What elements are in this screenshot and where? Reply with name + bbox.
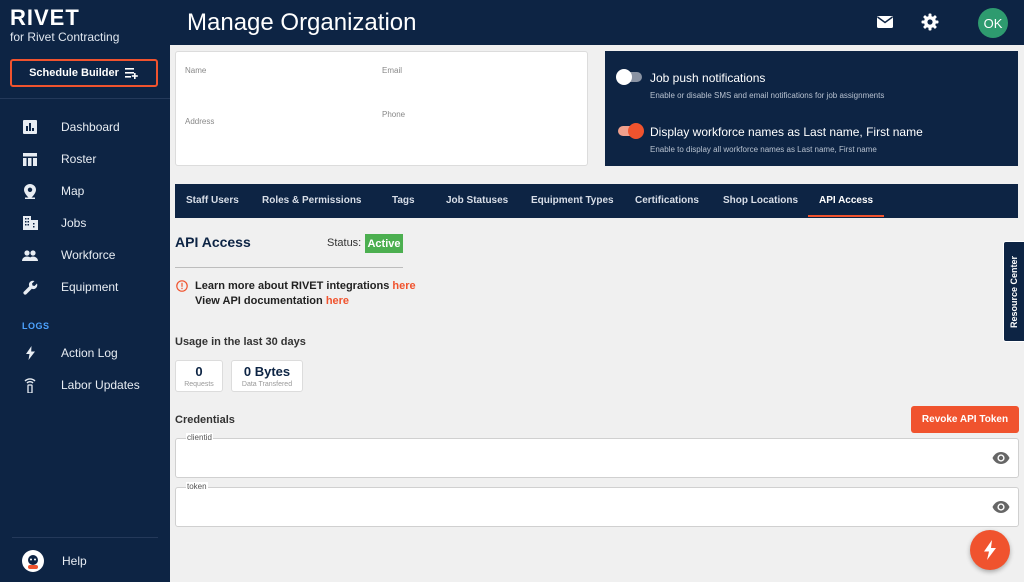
tab-certifications[interactable]: Certifications bbox=[635, 184, 699, 218]
sidebar-item-help[interactable]: Help bbox=[0, 546, 170, 576]
name-field-label: Name bbox=[185, 66, 207, 75]
tab-job-statuses[interactable]: Job Statuses bbox=[446, 184, 508, 218]
tab-equipment-types[interactable]: Equipment Types bbox=[531, 184, 614, 218]
sidebar-divider bbox=[0, 98, 170, 99]
schedule-builder-label: Schedule Builder bbox=[29, 67, 119, 79]
playlist-add-icon bbox=[124, 68, 138, 79]
sidebar-item-label: Dashboard bbox=[61, 120, 120, 134]
api-docs-info: View API documentation here bbox=[195, 295, 349, 307]
active-tab-indicator bbox=[808, 215, 884, 217]
gear-icon[interactable] bbox=[921, 13, 939, 31]
token-field[interactable]: token bbox=[175, 482, 1019, 527]
page-title: Manage Organization bbox=[187, 9, 417, 36]
setting-description: Enable or disable SMS and email notifica… bbox=[650, 91, 885, 100]
settings-tab-bar: Staff Users Roles & Permissions Tags Job… bbox=[175, 184, 1018, 218]
integrations-link[interactable]: here bbox=[392, 280, 415, 292]
api-docs-text: View API documentation bbox=[195, 295, 323, 307]
credentials-title: Credentials bbox=[175, 414, 235, 426]
brand-logo[interactable]: RIVET for Rivet Contracting bbox=[10, 5, 120, 45]
sidebar-item-label: Equipment bbox=[61, 280, 119, 294]
setting-description: Enable to display all workforce names as… bbox=[650, 145, 877, 154]
sidebar-item-map[interactable]: Map bbox=[0, 177, 170, 205]
tab-shop-locations[interactable]: Shop Locations bbox=[723, 184, 798, 218]
user-avatar[interactable]: OK bbox=[978, 8, 1008, 38]
logs-section-heading: LOGS bbox=[22, 321, 50, 331]
job-push-notifications-toggle[interactable] bbox=[616, 69, 642, 85]
clientid-label: clientid bbox=[186, 433, 213, 442]
resource-center-tab[interactable]: Resource Center bbox=[1003, 241, 1024, 342]
status-badge: Active bbox=[365, 234, 403, 253]
sidebar: RIVET for Rivet Contracting Schedule Bui… bbox=[0, 0, 170, 582]
brand-subtitle: for Rivet Contracting bbox=[10, 30, 120, 44]
resource-center-label: Resource Center bbox=[1009, 255, 1019, 328]
tab-api-access[interactable]: API Access bbox=[819, 184, 873, 218]
revoke-api-token-button[interactable]: Revoke API Token bbox=[911, 406, 1019, 433]
schedule-builder-button[interactable]: Schedule Builder bbox=[10, 59, 158, 87]
email-field-label: Email bbox=[382, 66, 403, 75]
sidebar-item-jobs[interactable]: Jobs bbox=[0, 209, 170, 237]
section-divider bbox=[175, 267, 403, 268]
lightning-icon bbox=[22, 345, 38, 361]
tab-roles-permissions[interactable]: Roles & Permissions bbox=[262, 184, 361, 218]
sidebar-item-equipment[interactable]: Equipment bbox=[0, 273, 170, 301]
clientid-field[interactable]: clientid bbox=[175, 433, 1019, 478]
sidebar-divider bbox=[12, 537, 158, 538]
sidebar-item-label: Jobs bbox=[61, 216, 87, 230]
brand-name: RIVET bbox=[10, 5, 80, 30]
tab-staff-users[interactable]: Staff Users bbox=[186, 184, 239, 218]
roster-icon bbox=[22, 151, 38, 167]
jobs-icon bbox=[22, 215, 38, 231]
signal-icon bbox=[22, 377, 38, 393]
map-pin-icon bbox=[22, 183, 38, 199]
sidebar-item-workforce[interactable]: Workforce bbox=[0, 241, 170, 269]
requests-label: Requests bbox=[184, 381, 214, 388]
usage-title: Usage in the last 30 days bbox=[175, 336, 306, 348]
display-names-toggle[interactable] bbox=[618, 123, 644, 139]
people-icon bbox=[22, 247, 38, 263]
tab-tags[interactable]: Tags bbox=[392, 184, 415, 218]
sidebar-item-label: Map bbox=[61, 184, 85, 198]
data-transferred-label: Data Transfered bbox=[241, 381, 293, 388]
data-transferred-value: 0 Bytes bbox=[243, 364, 291, 379]
info-icon bbox=[176, 280, 188, 292]
sidebar-item-roster[interactable]: Roster bbox=[0, 145, 170, 173]
integrations-info: Learn more about RIVET integrations here bbox=[195, 280, 416, 292]
setting-title: Job push notifications bbox=[650, 71, 766, 85]
show-token-eye-icon[interactable] bbox=[992, 500, 1010, 514]
integrations-text: Learn more about RIVET integrations bbox=[195, 280, 390, 292]
requests-value: 0 bbox=[195, 364, 203, 379]
help-avatar-icon bbox=[22, 550, 44, 572]
sidebar-item-label: Workforce bbox=[61, 248, 116, 262]
dashboard-icon bbox=[22, 119, 38, 135]
organization-settings-card: Job push notifications Enable or disable… bbox=[605, 51, 1018, 166]
wrench-icon bbox=[22, 279, 38, 295]
data-transferred-stat: 0 Bytes Data Transfered bbox=[231, 360, 303, 392]
sidebar-item-label: Labor Updates bbox=[61, 378, 140, 392]
sidebar-item-action-log[interactable]: Action Log bbox=[0, 339, 170, 367]
top-header: Manage Organization OK bbox=[170, 0, 1024, 45]
address-field-label: Address bbox=[185, 117, 215, 126]
api-docs-link[interactable]: here bbox=[326, 295, 349, 307]
requests-stat: 0 Requests bbox=[175, 360, 223, 392]
setting-title: Display workforce names as Last name, Fi… bbox=[650, 125, 923, 139]
token-label: token bbox=[186, 482, 208, 491]
sidebar-item-label: Action Log bbox=[61, 346, 118, 360]
sidebar-item-labor-updates[interactable]: Labor Updates bbox=[0, 371, 170, 399]
lightning-icon bbox=[984, 540, 996, 560]
help-label: Help bbox=[62, 554, 87, 568]
show-clientid-eye-icon[interactable] bbox=[992, 451, 1010, 465]
sidebar-item-dashboard[interactable]: Dashboard bbox=[0, 113, 170, 141]
organization-profile-card: Name Email Address Phone bbox=[175, 51, 588, 166]
status-label: Status: bbox=[327, 237, 362, 249]
sidebar-item-label: Roster bbox=[61, 152, 97, 166]
quick-action-button[interactable] bbox=[970, 530, 1010, 570]
mail-icon[interactable] bbox=[876, 13, 894, 31]
phone-field-label: Phone bbox=[382, 110, 406, 119]
api-access-title: API Access bbox=[175, 234, 251, 250]
